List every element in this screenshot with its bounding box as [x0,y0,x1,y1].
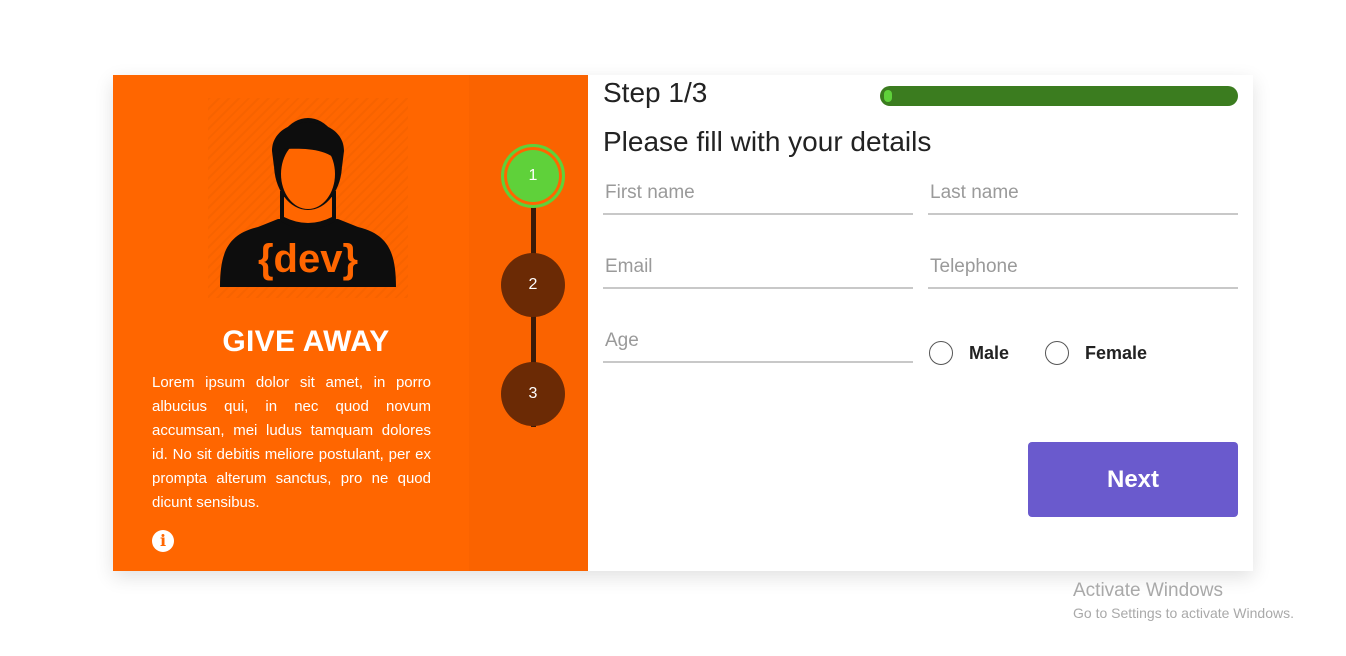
step-indicator-2[interactable]: 2 [501,253,565,317]
first-name-field[interactable] [603,173,913,215]
info-icon[interactable]: i [152,530,174,552]
male-label: Male [969,342,1010,363]
promo-description: Lorem ipsum dolor sit amet, in porro alb… [152,374,431,511]
male-radio[interactable] [929,341,953,365]
last-name-field[interactable] [928,173,1238,215]
developer-avatar-icon: {dev} [220,118,396,287]
avatar-shirt-text: {dev} [258,237,358,281]
step-indicator-1[interactable]: 1 [501,144,565,208]
form-title: Please fill with your details [603,126,932,157]
female-label: Female [1085,342,1148,363]
promo-title: GIVE AWAY [222,325,390,358]
age-field[interactable] [603,321,913,363]
signup-card: {dev} GIVE AWAY Lorem ipsum dolor sit am… [113,75,1253,571]
step-label: Step 1/3 [603,77,708,108]
promo-panel: {dev} GIVE AWAY Lorem ipsum dolor sit am… [113,75,469,571]
email-field[interactable] [603,247,913,289]
female-radio[interactable] [1045,341,1069,365]
step-indicator-3[interactable]: 3 [501,362,565,426]
telephone-field[interactable] [928,247,1238,289]
progress-bar [880,86,1238,106]
gender-male-option[interactable]: Male [929,341,1009,365]
activate-windows-title: Activate Windows [1073,580,1223,601]
activate-windows-subtitle: Go to Settings to activate Windows. [1073,605,1294,621]
next-button[interactable]: Next [1028,442,1238,517]
gender-female-option[interactable]: Female [1045,341,1147,365]
progress-fill [884,90,892,102]
